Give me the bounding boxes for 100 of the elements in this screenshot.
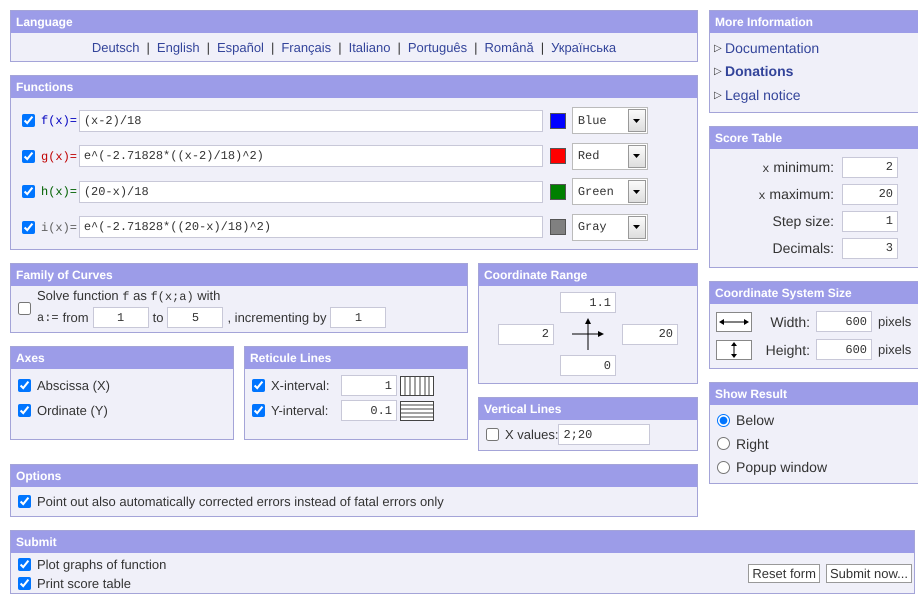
- info-link[interactable]: Donations: [725, 63, 794, 80]
- checkbox[interactable]: [18, 404, 31, 417]
- panel-title: Options: [11, 465, 697, 487]
- language-link[interactable]: Deutsch: [92, 40, 140, 54]
- unit-label: pixels: [878, 314, 912, 329]
- panel-title: Coordinate System Size: [710, 282, 918, 304]
- x-min-field[interactable]: 2: [498, 324, 554, 344]
- checkbox[interactable]: [18, 577, 31, 590]
- axes-icon: [570, 316, 606, 352]
- from-field[interactable]: 1: [92, 307, 149, 328]
- radio-button[interactable]: [717, 437, 730, 450]
- info-link[interactable]: Legal notice: [725, 86, 801, 103]
- y-max-field[interactable]: 1.1: [560, 292, 616, 313]
- language-link[interactable]: Français: [281, 40, 332, 54]
- panel-title: Coordinate Range: [479, 264, 697, 286]
- language-link[interactable]: Español: [216, 40, 264, 54]
- language-link[interactable]: Português: [408, 40, 468, 54]
- checkbox-label: Abscissa (X): [37, 378, 110, 393]
- function-field[interactable]: e^(-2.71828*((20-x)/18)^2): [78, 216, 543, 238]
- panel-title: More Information: [710, 11, 918, 33]
- y-min-field[interactable]: 0: [560, 355, 616, 376]
- x-values-field[interactable]: 2;20: [558, 424, 650, 445]
- field-label: Y-interval:: [271, 403, 330, 418]
- checkbox[interactable]: [486, 428, 499, 441]
- separator: |: [474, 40, 478, 54]
- color-select[interactable]: Gray: [572, 214, 648, 241]
- field-label: X-interval:: [271, 378, 331, 393]
- size-field[interactable]: 600: [816, 339, 872, 360]
- panel-title: Family of Curves: [11, 264, 467, 286]
- separator: |: [338, 40, 342, 54]
- x-max-field[interactable]: 20: [622, 324, 678, 344]
- color-select[interactable]: Red: [572, 142, 648, 170]
- family-description: Solve function f as f(x;a) with: [37, 288, 222, 304]
- caret-icon: [633, 190, 640, 194]
- form-button[interactable]: Submit now...: [826, 564, 912, 582]
- panel-title: Submit: [11, 531, 914, 553]
- info-link[interactable]: Documentation: [725, 40, 820, 56]
- function-label: i(x)=: [41, 220, 77, 235]
- variable-label: a:=: [37, 310, 59, 324]
- checkbox[interactable]: [22, 220, 35, 234]
- separator: |: [398, 40, 401, 54]
- function-label: f(x)=: [41, 113, 77, 128]
- checkbox[interactable]: [22, 185, 35, 198]
- radio-button[interactable]: [717, 414, 730, 427]
- panel-title: Axes: [11, 347, 233, 369]
- radio-button[interactable]: [717, 460, 730, 474]
- checkbox[interactable]: [252, 379, 265, 392]
- separator: |: [146, 40, 150, 54]
- checkbox[interactable]: [18, 495, 31, 508]
- separator: |: [270, 40, 274, 54]
- field-label: Decimals:: [772, 240, 834, 256]
- score-field[interactable]: 2: [842, 156, 898, 178]
- checkbox[interactable]: [18, 558, 31, 571]
- checkbox[interactable]: [18, 302, 31, 314]
- checkbox[interactable]: [252, 404, 265, 417]
- radio-label: Below: [736, 412, 774, 428]
- language-link[interactable]: Українська: [551, 40, 616, 54]
- triangle-icon: ▷: [714, 88, 722, 101]
- language-link[interactable]: Italiano: [348, 40, 390, 54]
- field-label: , incrementing by: [227, 310, 326, 325]
- panel-title: Functions: [11, 76, 697, 98]
- color-select[interactable]: Green: [572, 178, 648, 206]
- function-field[interactable]: (20-x)/18: [78, 180, 543, 203]
- color-select[interactable]: Blue: [572, 107, 648, 134]
- checkbox[interactable]: [22, 114, 35, 128]
- checkbox[interactable]: [22, 150, 35, 163]
- interval-field[interactable]: 0.1: [341, 400, 397, 421]
- caret-icon: [633, 154, 640, 158]
- function-label: h(x)=: [41, 184, 77, 200]
- field-label: Width:: [769, 314, 810, 330]
- field-label: from: [62, 310, 89, 325]
- language-link[interactable]: English: [156, 40, 200, 54]
- function-field[interactable]: e^(-2.71828*((x-2)/18)^2): [78, 145, 543, 168]
- vertical-grid-icon: [400, 376, 434, 396]
- field-label: Height:: [764, 342, 810, 358]
- language-link[interactable]: Română: [484, 40, 534, 54]
- score-field[interactable]: 20: [842, 184, 898, 204]
- score-field[interactable]: 1: [842, 210, 898, 232]
- form-button[interactable]: Reset form: [748, 564, 820, 582]
- checkbox-label: Point out also automatically corrected errors instead of fatal errors only: [37, 494, 444, 509]
- field-label: X values:: [505, 427, 558, 442]
- horizontal-arrows-icon: [716, 312, 752, 332]
- triangle-icon: ▷: [714, 65, 722, 78]
- checkbox-label: Print score table: [37, 576, 131, 591]
- field-label: x maximum:: [758, 186, 834, 202]
- size-field[interactable]: 600: [816, 311, 872, 332]
- horizontal-grid-icon: [400, 400, 434, 420]
- radio-label: Right: [736, 436, 769, 452]
- radio-label: Popup window: [736, 459, 828, 476]
- increment-field[interactable]: 1: [330, 307, 386, 328]
- function-field[interactable]: (x-2)/18: [78, 110, 543, 132]
- score-field[interactable]: 3: [842, 238, 898, 258]
- to-field[interactable]: 5: [167, 307, 224, 328]
- field-label: x minimum:: [762, 158, 834, 176]
- interval-field[interactable]: 1: [341, 375, 397, 396]
- unit-label: pixels: [878, 342, 912, 357]
- checkbox-label: Ordinate (Y): [37, 403, 108, 418]
- caret-icon: [633, 225, 640, 230]
- panel-title: Reticule Lines: [245, 347, 467, 369]
- checkbox[interactable]: [18, 379, 31, 392]
